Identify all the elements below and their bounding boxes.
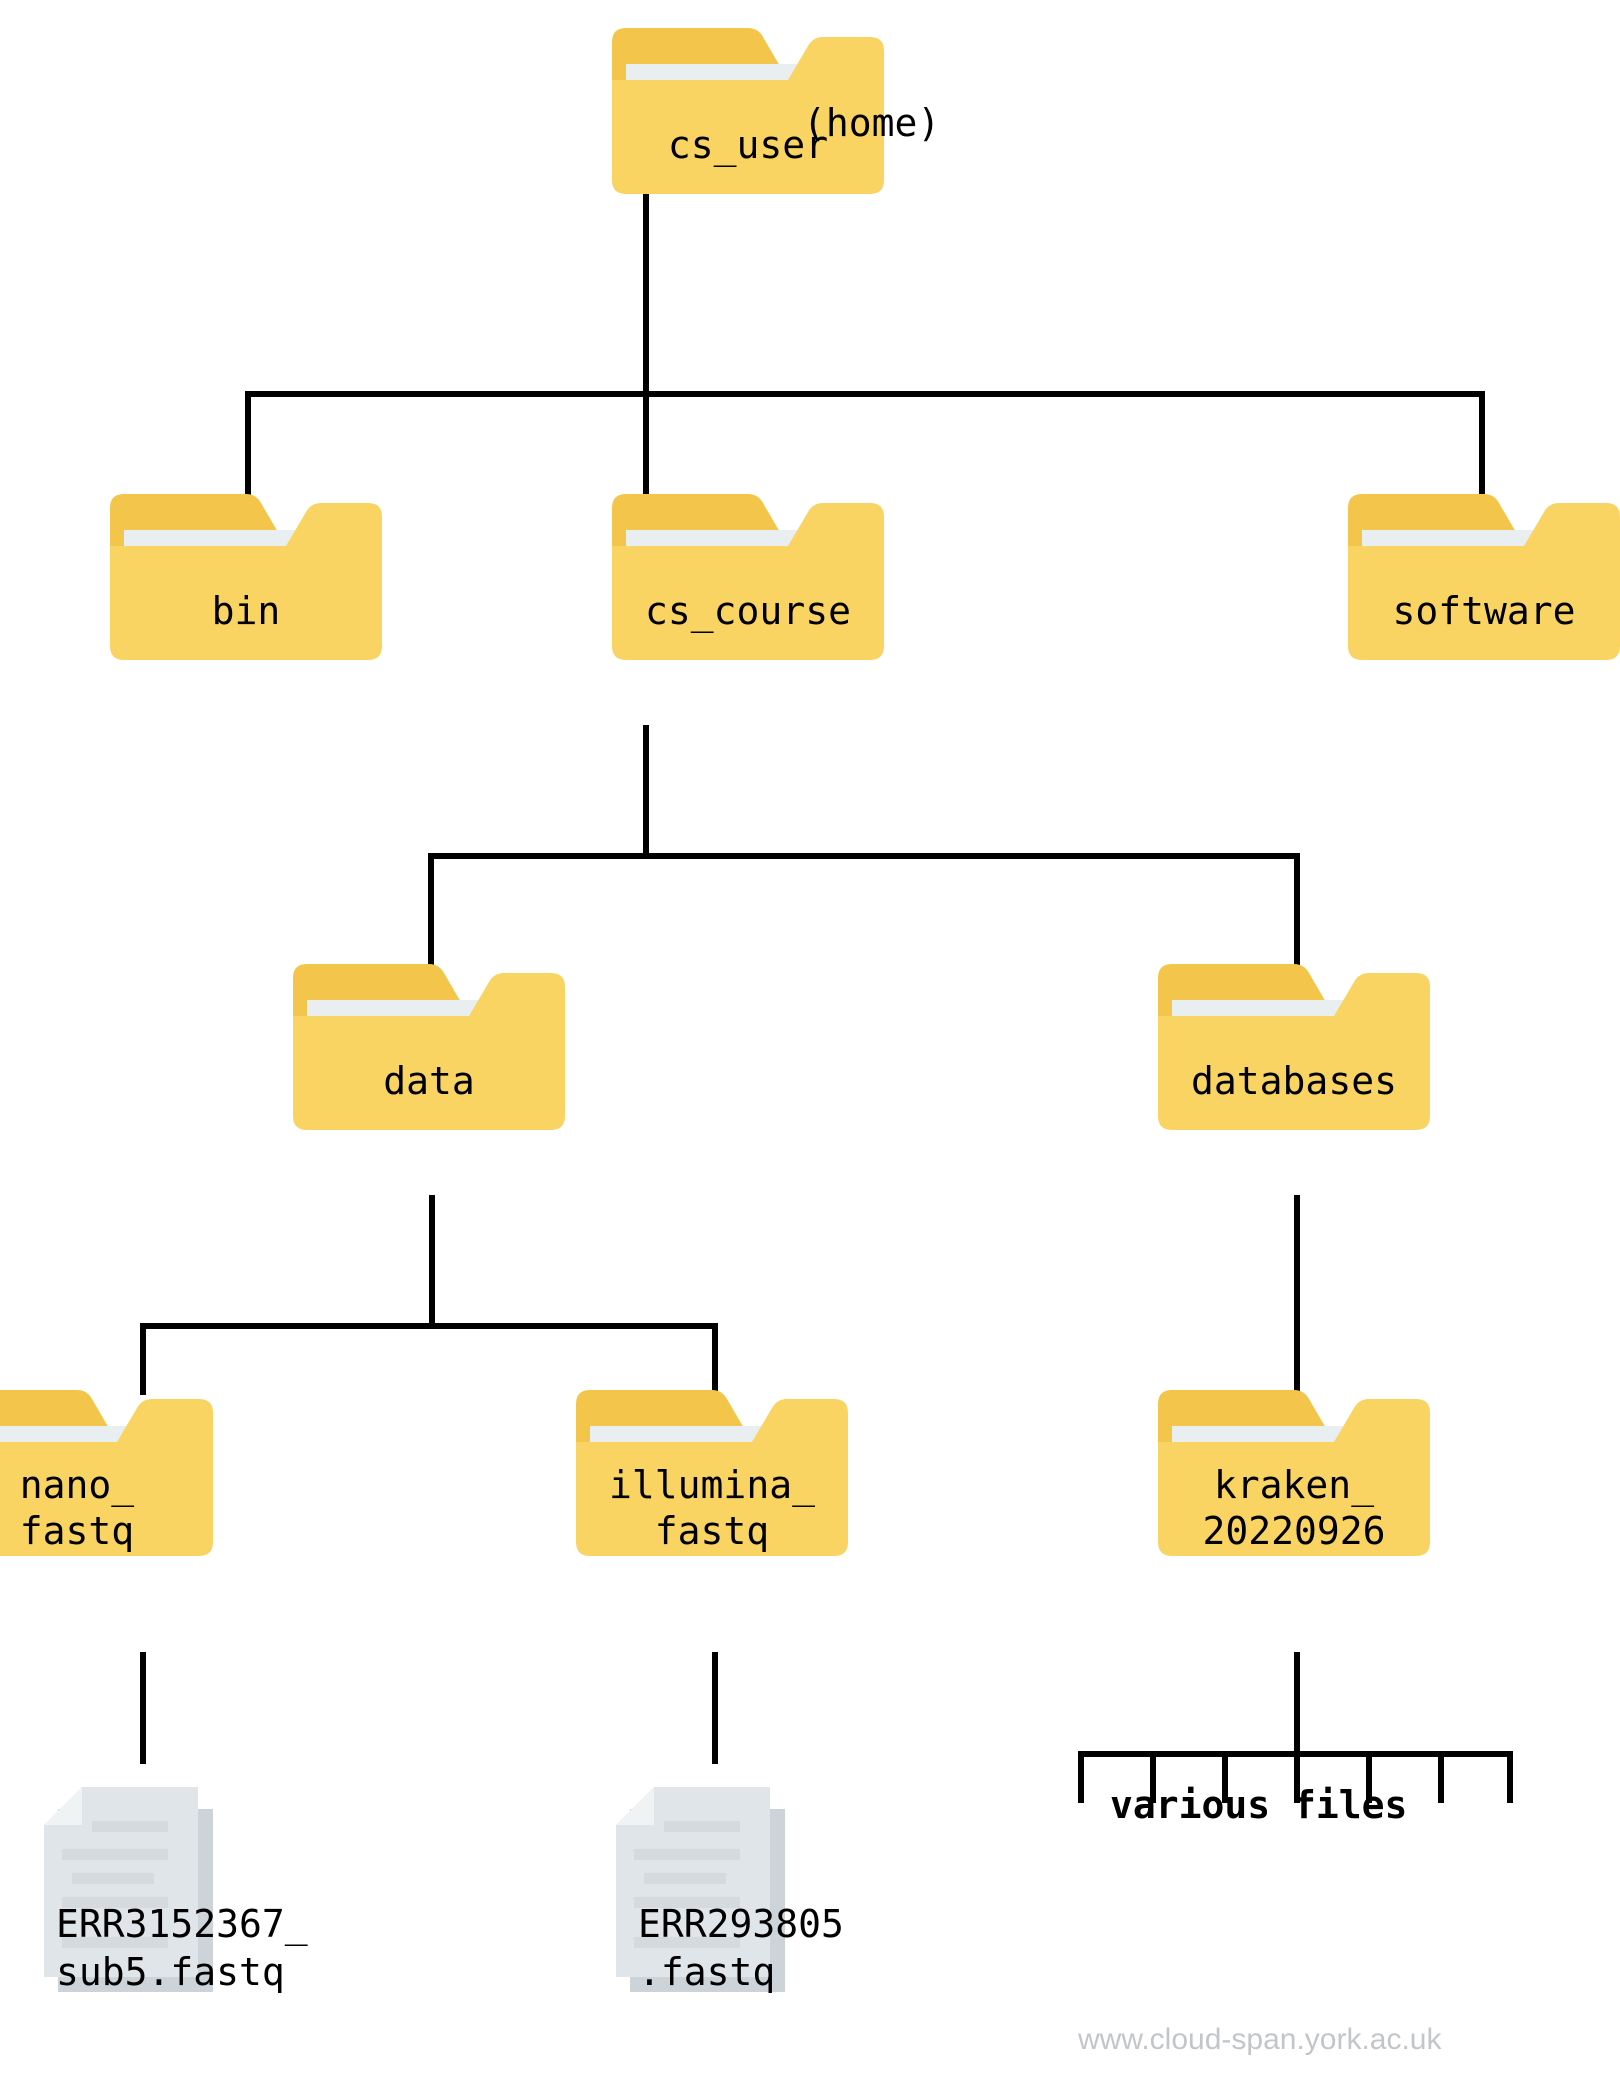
- connector-databases-to-kraken: [1294, 1195, 1300, 1395]
- folder-software[interactable]: software: [1348, 494, 1620, 660]
- connector-data-stem: [429, 1195, 435, 1329]
- file-label-err293805-line1: ERR293805: [638, 1902, 844, 1946]
- connector-to-illumina-fastq: [712, 1323, 718, 1395]
- connector-nano-fastq-to-file: [140, 1652, 146, 1764]
- connector-various-file-prong: [1507, 1751, 1513, 1803]
- connector-to-bin: [245, 391, 251, 495]
- file-label-err3152367-line1: ERR3152367_: [56, 1902, 308, 1946]
- home-annotation: (home): [803, 101, 941, 145]
- directory-tree-diagram: cs_user (home) bin cs_course software da…: [0, 0, 1620, 2097]
- folder-bin[interactable]: bin: [110, 494, 382, 660]
- folder-cs-course[interactable]: cs_course: [612, 494, 884, 660]
- connector-to-databases: [1294, 853, 1300, 965]
- folder-kraken-20220926[interactable]: kraken_ 20220926: [1158, 1390, 1430, 1556]
- folder-illumina-fastq[interactable]: illumina_ fastq: [576, 1390, 848, 1556]
- connector-to-software: [1479, 391, 1485, 495]
- connector-to-cs-course: [643, 391, 649, 495]
- connector-illumina-fastq-to-file: [712, 1652, 718, 1764]
- connector-root-stem: [643, 190, 649, 396]
- connector-various-file-prong: [1438, 1751, 1444, 1803]
- connector-level4-bus: [140, 1323, 718, 1329]
- connector-to-data: [428, 853, 434, 965]
- connector-level2-bus: [245, 391, 1485, 397]
- folder-data[interactable]: data: [293, 964, 565, 1130]
- various-files-label: various files: [1110, 1783, 1408, 1827]
- connector-level3-bus: [428, 853, 1300, 859]
- file-label-err3152367-line2: sub5.fastq: [56, 1950, 285, 1994]
- watermark: www.cloud-span.york.ac.uk: [1078, 2023, 1442, 2056]
- folder-databases[interactable]: databases: [1158, 964, 1430, 1130]
- connector-to-nano-fastq: [140, 1323, 146, 1395]
- connector-kraken-stem: [1294, 1652, 1300, 1756]
- connector-cs-course-stem: [643, 725, 649, 859]
- connector-various-file-prong: [1078, 1751, 1084, 1803]
- folder-nano-fastq[interactable]: nano_ fastq: [0, 1390, 213, 1556]
- file-label-err293805-line2: .fastq: [638, 1950, 776, 1994]
